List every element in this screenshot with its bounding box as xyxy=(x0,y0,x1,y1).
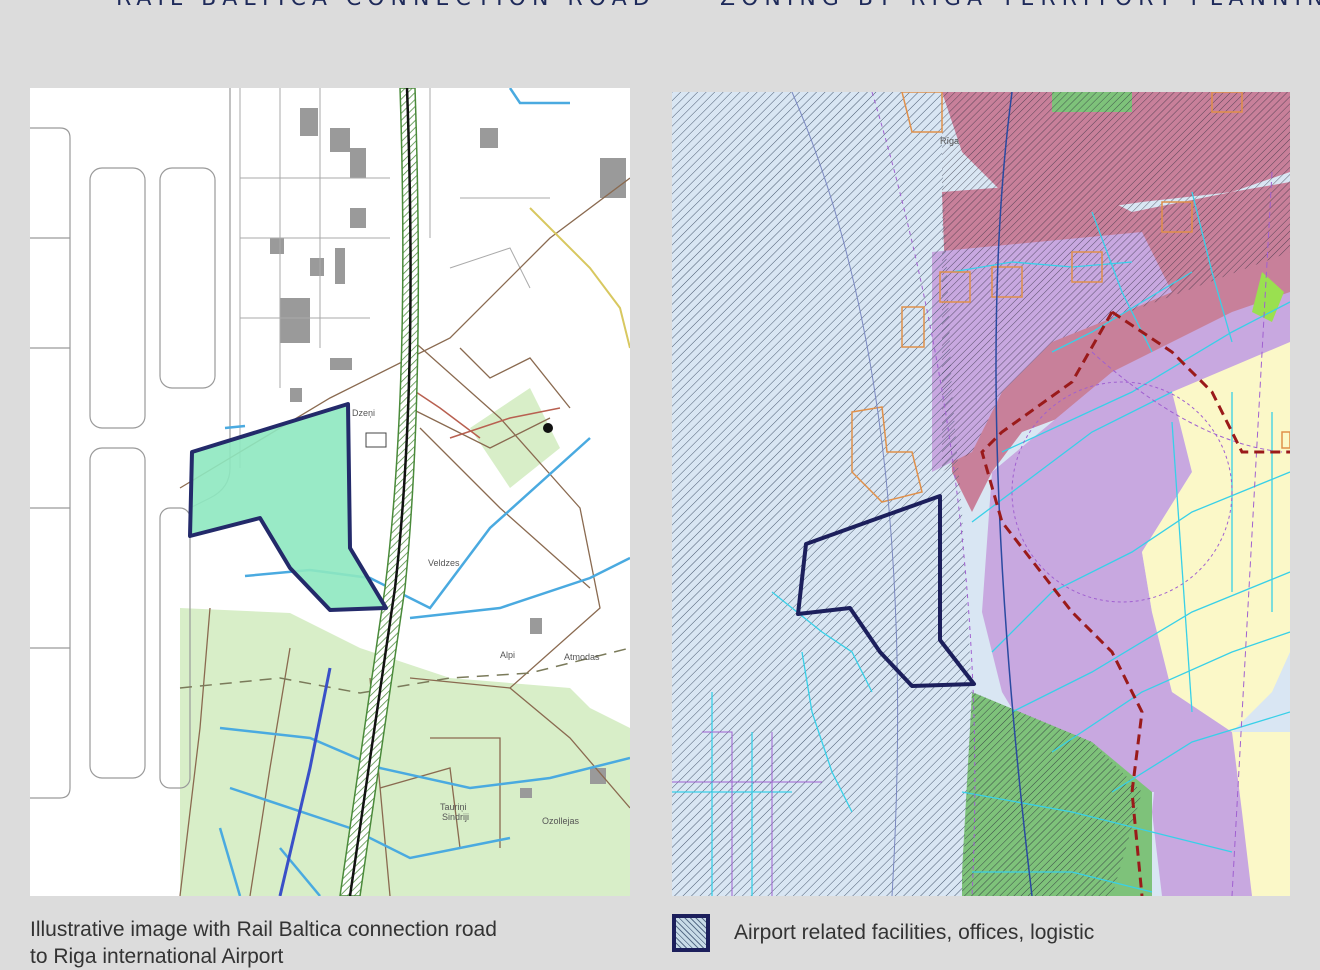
left-map-heading: RAIL BALTICA CONNECTION ROAD xyxy=(116,0,656,11)
left-map-caption: Illustrative image with Rail Baltica con… xyxy=(30,916,497,970)
airport-hatch-overlay xyxy=(672,92,972,896)
place-label-atmodas: Atmodas xyxy=(564,652,600,662)
legend-label: Airport related facilities, offices, log… xyxy=(734,921,1095,944)
legend-hatch-swatch xyxy=(672,914,710,952)
place-label-ozollejas: Ozollejas xyxy=(542,816,580,826)
right-map-heading: ZONING BY RIGA TERRITORY PLANNING xyxy=(720,0,1320,11)
connection-road-parcel xyxy=(188,402,388,612)
place-label-taurini: Tauriņi xyxy=(440,802,467,812)
place-label-veldzes: Veldzes xyxy=(428,558,460,568)
rail-baltica-topographic-map: Dzeņi Veldzes Atmodas Alpi Ozollejas Tau… xyxy=(30,88,630,896)
right-map-canvas: Rīga xyxy=(672,92,1290,896)
place-label-alpi: Alpi xyxy=(500,650,515,660)
riga-zoning-map: Rīga xyxy=(672,92,1290,896)
left-map-canvas: Dzeņi Veldzes Atmodas Alpi Ozollejas Tau… xyxy=(30,88,630,896)
road-yellow xyxy=(529,207,630,349)
caption-line-1: Illustrative image with Rail Baltica con… xyxy=(30,918,497,941)
rail-crossing-marker xyxy=(365,432,387,448)
caption-line-2: to Riga international Airport xyxy=(30,945,284,968)
place-label-dzeni: Dzeņi xyxy=(352,408,375,418)
place-label-riga: Rīga xyxy=(940,136,959,146)
survey-point xyxy=(543,423,553,433)
green-field-area xyxy=(180,608,630,896)
place-label-sindriji: Sindriji xyxy=(442,812,469,822)
